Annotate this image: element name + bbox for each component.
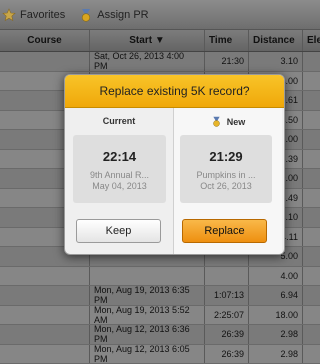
dialog-title: Replace existing 5K record?: [65, 75, 284, 108]
current-record-name: 9th Annual R...: [73, 170, 166, 180]
distance-cell: 4.00: [249, 267, 303, 286]
distance-cell: 2.98: [249, 325, 303, 344]
distance-cell: 3.10: [249, 52, 303, 71]
medal-icon: [211, 116, 222, 127]
elevation-cell: [303, 286, 320, 305]
current-record-time: 22:14: [73, 149, 166, 164]
current-record-date: May 04, 2013: [73, 181, 166, 191]
assign-pr-button[interactable]: Assign PR: [79, 8, 148, 22]
keep-button[interactable]: Keep: [76, 219, 161, 243]
replace-button[interactable]: Replace: [182, 219, 267, 243]
elevation-cell: [303, 267, 320, 286]
current-record-card: 22:14 9th Annual R... May 04, 2013: [73, 135, 166, 203]
new-record-name: Pumpkins in ...: [180, 170, 272, 180]
elevation-cell: [303, 345, 320, 364]
elevation-cell: [303, 247, 320, 266]
column-header-time[interactable]: Time: [205, 30, 249, 51]
assign-pr-label: Assign PR: [97, 9, 148, 21]
table-row[interactable]: 4.00: [0, 267, 320, 287]
toolbar: Favorites Assign PR: [0, 0, 320, 30]
start-cell: Mon, Aug 19, 2013 6:35 PM: [90, 286, 205, 305]
new-record-card: 21:29 Pumpkins in ... Oct 26, 2013: [180, 135, 272, 203]
favorites-button[interactable]: Favorites: [2, 8, 65, 22]
elevation-cell: [303, 169, 320, 188]
table-row[interactable]: Sat, Oct 26, 2013 4:00 PM21:303.10: [0, 52, 320, 72]
column-header-elevation[interactable]: Elev: [303, 30, 320, 51]
current-record-pane: Current 22:14 9th Annual R... May 04, 20…: [65, 108, 174, 254]
elevation-cell: [303, 72, 320, 91]
elevation-cell: [303, 150, 320, 169]
new-record-pane: New 21:29 Pumpkins in ... Oct 26, 2013 R…: [174, 108, 282, 254]
elevation-cell: [303, 208, 320, 227]
elevation-cell: [303, 189, 320, 208]
start-cell: Sat, Oct 26, 2013 4:00 PM: [90, 52, 205, 71]
elevation-cell: [303, 306, 320, 325]
start-cell: Mon, Aug 12, 2013 6:36 PM: [90, 325, 205, 344]
replace-record-dialog: Replace existing 5K record? Current 22:1…: [64, 74, 285, 255]
column-header-course[interactable]: Course: [0, 30, 90, 51]
start-cell: Mon, Aug 19, 2013 5:52 AM: [90, 306, 205, 325]
time-cell: [205, 267, 249, 286]
time-cell: 2:25:07: [205, 306, 249, 325]
start-cell: Mon, Aug 12, 2013 6:05 PM: [90, 345, 205, 364]
table-header: Course Start ▼ Time Distance Elev: [0, 30, 320, 52]
table-row[interactable]: Mon, Aug 12, 2013 6:05 PM26:392.98: [0, 345, 320, 364]
table-row[interactable]: Mon, Aug 19, 2013 5:52 AM2:25:0718.00: [0, 306, 320, 326]
course-cell: [0, 286, 90, 305]
distance-cell: 6.94: [249, 286, 303, 305]
favorites-label: Favorites: [20, 9, 65, 21]
new-record-date: Oct 26, 2013: [180, 181, 272, 191]
time-cell: 21:30: [205, 52, 249, 71]
medal-icon: [79, 8, 93, 22]
time-cell: 26:39: [205, 345, 249, 364]
new-title: New: [227, 117, 246, 127]
elevation-cell: [303, 228, 320, 247]
elevation-cell: [303, 91, 320, 110]
time-cell: 1:07:13: [205, 286, 249, 305]
start-cell: [90, 267, 205, 286]
current-title: Current: [65, 116, 173, 126]
table-row[interactable]: Mon, Aug 19, 2013 6:35 PM1:07:136.94: [0, 286, 320, 306]
elevation-cell: [303, 111, 320, 130]
column-header-distance[interactable]: Distance: [249, 30, 303, 51]
new-record-time: 21:29: [180, 149, 272, 164]
distance-cell: 18.00: [249, 306, 303, 325]
elevation-cell: [303, 52, 320, 71]
elevation-cell: [303, 325, 320, 344]
course-cell: [0, 325, 90, 344]
course-cell: [0, 52, 90, 71]
course-cell: [0, 267, 90, 286]
column-header-start[interactable]: Start ▼: [90, 30, 205, 51]
elevation-cell: [303, 130, 320, 149]
star-icon: [2, 8, 16, 22]
course-cell: [0, 345, 90, 364]
course-cell: [0, 306, 90, 325]
new-title-wrap: New: [174, 116, 282, 127]
distance-cell: 2.98: [249, 345, 303, 364]
table-row[interactable]: Mon, Aug 12, 2013 6:36 PM26:392.98: [0, 325, 320, 345]
time-cell: 26:39: [205, 325, 249, 344]
